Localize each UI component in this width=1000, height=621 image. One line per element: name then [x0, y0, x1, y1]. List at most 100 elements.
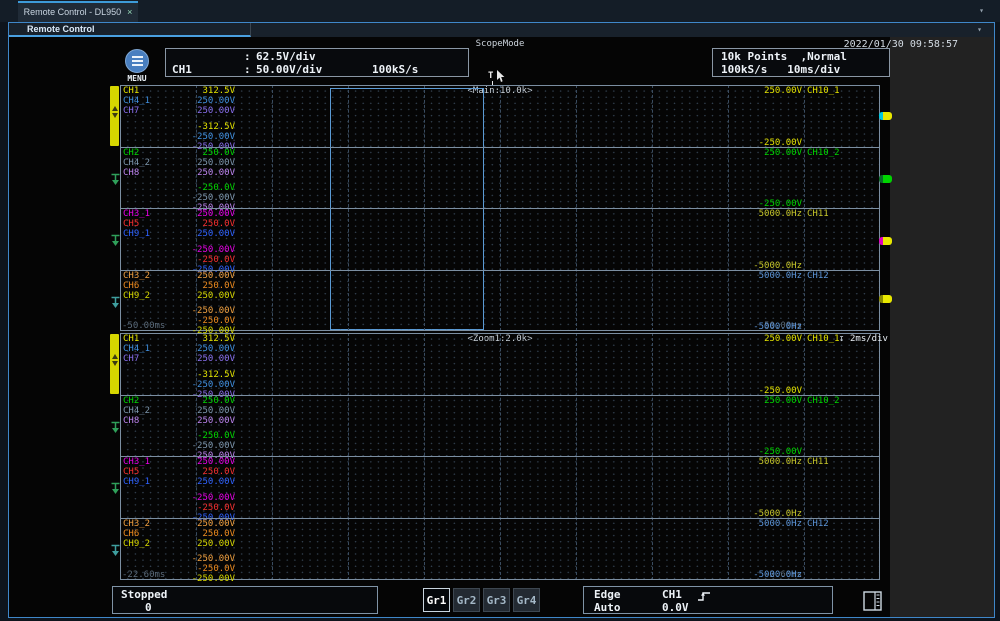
vdiv-row2: 50.00V/div	[256, 63, 322, 76]
channel-lower-value: -250.0V	[160, 503, 235, 513]
right-channel-name: CH12	[807, 271, 829, 281]
group-button-gr3[interactable]: Gr3	[483, 588, 510, 612]
trigger-level-bar[interactable]	[110, 86, 119, 146]
ground-marker-icon[interactable]	[110, 419, 121, 432]
ground-marker-icon[interactable]	[110, 171, 121, 184]
channel-label: CH3_1	[123, 457, 150, 467]
channel-upper-value: 250.00V	[160, 539, 235, 549]
acq-status: Stopped	[121, 588, 167, 601]
channel-label: CH2	[123, 396, 139, 406]
channel-lower-value: -312.5V	[160, 122, 235, 132]
right-channel-name: CH10_1	[807, 86, 840, 96]
acq-line2: 100kS/s 10ms/div	[721, 63, 840, 76]
channel-level-marker[interactable]	[879, 295, 892, 303]
channel-level-marker[interactable]	[879, 112, 892, 120]
channel-label: CH9_2	[123, 291, 150, 301]
channel-upper-value: 250.00V	[160, 106, 235, 116]
channel-label: CH4_1	[123, 96, 150, 106]
channel-label: CH7	[123, 354, 139, 364]
channel-level-marker[interactable]	[879, 175, 892, 183]
trigger-level-bar[interactable]	[110, 334, 119, 394]
channel-upper-value: 250.00V	[160, 209, 235, 219]
channel-upper-value: 250.00V	[160, 96, 235, 106]
chevron-down-icon[interactable]: ▾	[977, 24, 982, 36]
channel-lower-value: -250.00V	[160, 132, 235, 142]
channel-label: CH8	[123, 168, 139, 178]
menu-button-label: MENU	[122, 74, 152, 83]
display-layout-icon[interactable]	[862, 590, 884, 612]
close-icon[interactable]: ×	[127, 7, 132, 17]
channel-label: CH4_2	[123, 406, 150, 416]
channel-upper-value: 312.5V	[160, 334, 235, 344]
trigger-settings-box[interactable]: Edge Auto CH1 0.0V	[583, 586, 833, 614]
right-scale-lower: -5000.0Hz	[716, 570, 802, 580]
channel-upper-value: 250.00V	[160, 354, 235, 364]
group-button-gr4[interactable]: Gr4	[513, 588, 540, 612]
channel-upper-value: 250.00V	[160, 406, 235, 416]
channel-lower-value: -250.0V	[160, 564, 235, 574]
channel-label: CH3_2	[123, 519, 150, 529]
channel-upper-value: 250.00V	[160, 291, 235, 301]
right-channel-name: CH10_2	[807, 148, 840, 158]
menu-button[interactable]: MENU	[122, 49, 152, 83]
group-button-gr2[interactable]: Gr2	[453, 588, 480, 612]
channel-upper-value: 312.5V	[160, 86, 235, 96]
trigger-position-marker[interactable]: T	[488, 71, 493, 81]
trigger-mode: Auto	[594, 601, 621, 614]
colon: :	[244, 63, 251, 76]
channel-upper-value: 250.00V	[160, 519, 235, 529]
channel-label: CH9_1	[123, 477, 150, 487]
screen-right-margin	[890, 37, 994, 617]
channel-label: CH6	[123, 529, 139, 539]
channel-label: CH4_2	[123, 158, 150, 168]
channel-label: CH1	[123, 334, 139, 344]
channel-upper-value: 250.00V	[160, 416, 235, 426]
zoom-timebase-icon: ↧	[839, 334, 844, 344]
trigger-level: 0.0V	[662, 601, 689, 614]
remote-control-panel: Remote Control ▾ ScopeMode 2022/01/30 09…	[8, 22, 995, 618]
channel-lower-value: -250.00V	[160, 245, 235, 255]
channel-label: CH2	[123, 148, 139, 158]
channel-name: CH1	[172, 63, 192, 76]
channel-label: CH1	[123, 86, 139, 96]
window-tab[interactable]: Remote Control - DL950 ×	[18, 1, 138, 22]
channel-lower-value: -250.0V	[160, 255, 235, 265]
channel-label: CH3_1	[123, 209, 150, 219]
acquisition-status-box[interactable]: Stopped 0	[112, 586, 378, 614]
ground-marker-icon[interactable]	[110, 232, 121, 245]
channel-level-marker[interactable]	[879, 237, 892, 245]
channel-upper-value: 250.00V	[160, 229, 235, 239]
right-channel-name: CH11	[807, 457, 829, 467]
channel-lower-value: -250.00V	[160, 441, 235, 451]
channel-upper-value: 250.0V	[160, 467, 235, 477]
channel-lower-value: -250.0V	[160, 183, 235, 193]
trigger-source: CH1	[662, 588, 682, 601]
acquisition-box[interactable]: 10k Points ,Normal 100kS/s 10ms/div	[712, 48, 890, 77]
window-tab-title: Remote Control - DL950	[24, 7, 122, 17]
right-scale-upper: 250.00V	[716, 148, 802, 158]
right-scale-upper: 5000.0Hz	[716, 519, 802, 529]
ground-marker-icon[interactable]	[110, 480, 121, 493]
channel-lower-value: -250.00V	[160, 574, 235, 584]
tab-remote-control[interactable]: Remote Control	[9, 23, 251, 37]
channel-setting-box[interactable]: CH1 : 62.5V/div : 50.00V/div 100kS/s	[165, 48, 469, 77]
channel-lower-value: -250.00V	[160, 554, 235, 564]
group-button-gr1[interactable]: Gr1	[423, 588, 450, 612]
channel-label: CH7	[123, 106, 139, 116]
chevron-down-icon[interactable]: ▾	[979, 5, 984, 17]
acq-count: 0	[145, 601, 152, 614]
trigger-type: Edge	[594, 588, 621, 601]
right-scale-lower: -5000.0Hz	[716, 322, 802, 332]
right-scale-upper: 250.00V	[716, 86, 802, 96]
right-scale-upper: 5000.0Hz	[716, 457, 802, 467]
ground-marker-icon[interactable]	[110, 294, 121, 307]
channel-label: CH8	[123, 416, 139, 426]
channel-label: CH5	[123, 219, 139, 229]
right-channel-name: CH10_2	[807, 396, 840, 406]
remote-control-window: Remote Control - DL950 × ▾ Remote Control…	[0, 0, 1000, 621]
channel-lower-value: -250.00V	[160, 380, 235, 390]
channel-upper-value: 250.0V	[160, 281, 235, 291]
mouse-cursor-icon	[496, 70, 505, 83]
ground-marker-icon[interactable]	[110, 542, 121, 555]
document-tab-bar: Remote Control ▾	[9, 23, 994, 37]
